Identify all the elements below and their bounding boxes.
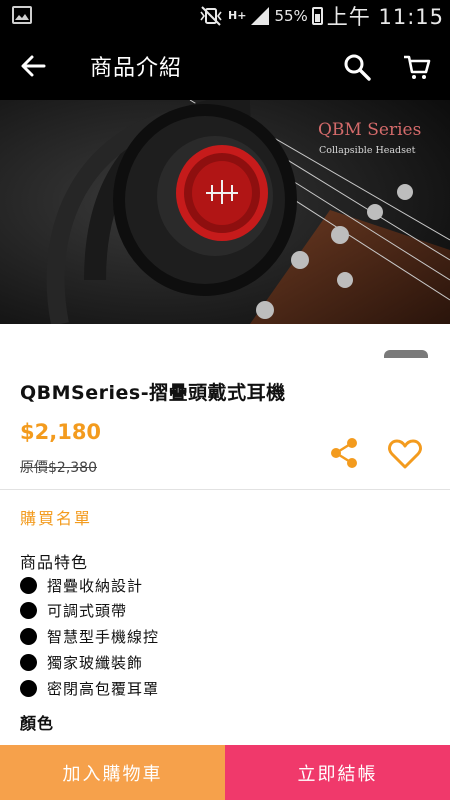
section-divider <box>0 489 450 490</box>
feature-item: 獨家玻纖裝飾 <box>20 650 143 674</box>
hero-subtitle-text: Collapsible Headset <box>319 145 416 156</box>
product-name: QBMSeries-摺疊頭戴式耳機 <box>20 382 286 404</box>
feature-item: 智慧型手機線控 <box>20 624 159 648</box>
bullet-icon <box>20 576 37 594</box>
battery-icon <box>311 7 323 25</box>
checkout-button[interactable]: 立即結帳 <box>225 745 450 800</box>
feature-text: 獨家玻纖裝飾 <box>47 653 144 672</box>
share-icon[interactable] <box>329 437 359 469</box>
wishlist-link[interactable]: 購買名單 <box>20 505 92 529</box>
network-signal-icon <box>251 7 270 25</box>
heart-icon[interactable] <box>388 438 422 470</box>
bottom-action-bar: 加入購物車 立即結帳 <box>0 745 450 800</box>
product-banner-image[interactable]: QBM Series Collapsible Headset <box>0 100 450 324</box>
bullet-icon <box>20 679 37 697</box>
feature-text: 智慧型手機線控 <box>47 627 160 646</box>
color-section-title: 顏色 <box>20 714 55 733</box>
feature-text: 摺疊收納設計 <box>47 576 144 595</box>
bullet-icon <box>20 601 37 619</box>
search-icon[interactable] <box>342 52 372 82</box>
bullet-icon <box>20 653 37 671</box>
page-title: 商品介紹 <box>90 56 183 81</box>
bullet-icon <box>20 627 37 645</box>
features-title: 商品特色 <box>20 553 89 572</box>
feature-item: 密閉高包覆耳罩 <box>20 676 159 700</box>
feature-text: 可調式頭帶 <box>47 601 128 620</box>
mute-vibrate-icon <box>200 6 222 26</box>
app-bar: 商品介紹 <box>0 32 450 100</box>
image-pager-indicator[interactable] <box>384 350 428 358</box>
status-clock: 上午 11:15 <box>326 5 444 29</box>
network-type-label: H+ <box>228 9 247 22</box>
add-to-cart-button[interactable]: 加入購物車 <box>0 745 225 800</box>
feature-item: 可調式頭帶 <box>20 598 127 622</box>
hero-brand-text: QBM Series <box>318 120 422 140</box>
back-arrow-icon[interactable] <box>18 50 50 82</box>
gallery-notification-icon <box>12 6 32 24</box>
original-price: 原價$2,380 <box>20 460 97 476</box>
feature-text: 密閉高包覆耳罩 <box>47 679 160 698</box>
cart-icon[interactable] <box>402 52 432 82</box>
feature-item: 摺疊收納設計 <box>20 573 143 597</box>
status-bar: H+ 55% 上午 11:15 <box>0 0 450 32</box>
product-price: $2,180 <box>20 420 102 444</box>
battery-percent: 55% <box>274 7 308 25</box>
